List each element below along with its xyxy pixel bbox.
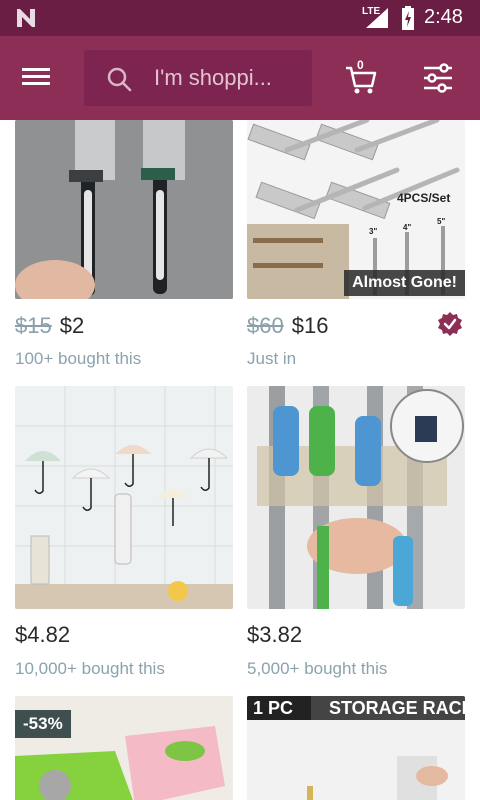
bought-count: 5,000+ bought this bbox=[247, 659, 388, 678]
price-row: $4.82 bbox=[15, 622, 70, 648]
clock: 2:48 bbox=[424, 6, 463, 28]
product-card[interactable]: -53% bbox=[15, 696, 233, 800]
network-label: LTE bbox=[362, 6, 381, 17]
banner-label-right: STORAGE RACK bbox=[329, 698, 465, 718]
product-card[interactable]: $4.82 10,000+ bought this bbox=[15, 386, 233, 686]
sale-price: $4.82 bbox=[15, 622, 71, 647]
product-card[interactable]: 3" 4" 5" 4PCS/Set Almost Gone! $60 $16 Ju… bbox=[247, 120, 465, 380]
bought-count: Just in bbox=[247, 349, 297, 368]
filter-icon bbox=[424, 63, 452, 93]
search-icon bbox=[107, 67, 132, 92]
cart-button[interactable]: 0 bbox=[344, 56, 378, 96]
price-row: $60 $16 bbox=[247, 313, 328, 339]
n-logo-icon bbox=[17, 9, 35, 27]
search-bar[interactable] bbox=[84, 50, 312, 106]
product-image bbox=[15, 386, 233, 609]
bought-count: 100+ bought this bbox=[15, 349, 142, 368]
product-card[interactable]: $15 $2 100+ bought this bbox=[15, 120, 233, 380]
product-card[interactable]: $3.82 5,000+ bought this bbox=[247, 386, 465, 686]
product-image: 1 PC STORAGE RACK bbox=[247, 696, 465, 800]
price-row: $15 $2 bbox=[15, 313, 84, 339]
filter-button[interactable] bbox=[422, 62, 454, 94]
size-label: 5" bbox=[437, 217, 445, 226]
sale-price: $2 bbox=[59, 313, 85, 338]
battery-icon bbox=[402, 6, 414, 30]
search-input[interactable] bbox=[154, 62, 304, 94]
price-row: $3.82 bbox=[247, 622, 302, 648]
menu-button[interactable] bbox=[22, 64, 62, 94]
product-image bbox=[247, 386, 465, 609]
app-bar: 0 bbox=[0, 36, 480, 120]
cart-count-badge: 0 bbox=[357, 58, 364, 72]
status-bar: LTE 2:48 bbox=[0, 0, 480, 36]
bought-count: 10,000+ bought this bbox=[15, 659, 165, 678]
menu-icon bbox=[22, 68, 62, 85]
product-card[interactable]: 1 PC STORAGE RACK bbox=[247, 696, 465, 800]
image-caption: 4PCS/Set bbox=[397, 191, 450, 205]
banner-label-left: 1 PC bbox=[253, 698, 293, 718]
discount-badge: -53% bbox=[15, 710, 71, 738]
almost-gone-badge: Almost Gone! bbox=[344, 270, 465, 296]
sale-price: $16 bbox=[291, 313, 329, 338]
size-label: 3" bbox=[369, 227, 377, 236]
original-price: $60 bbox=[247, 313, 284, 338]
size-label: 4" bbox=[403, 223, 411, 232]
original-price: $15 bbox=[15, 313, 52, 338]
verified-check-icon bbox=[438, 312, 462, 336]
sale-price: $3.82 bbox=[247, 622, 303, 647]
product-image bbox=[15, 120, 233, 299]
product-grid: $15 $2 100+ bought this 3" 4" 5" 4PCS/Se… bbox=[0, 120, 480, 800]
